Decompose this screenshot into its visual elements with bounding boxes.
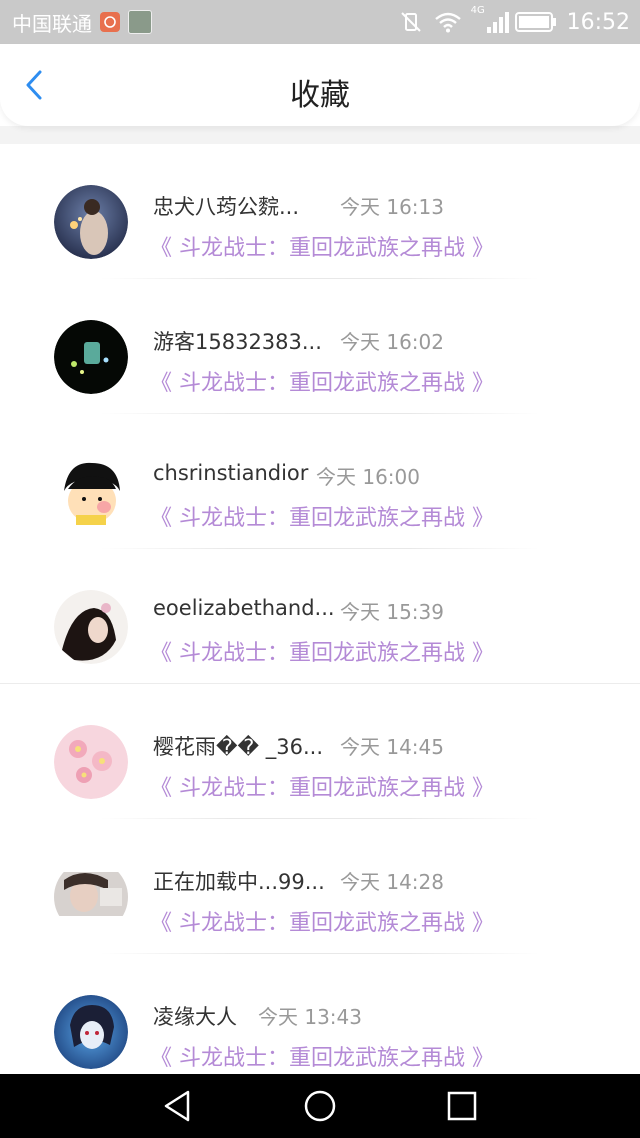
user-name: chsrinstiandior xyxy=(153,461,309,485)
avatar[interactable] xyxy=(54,320,128,394)
user-name: 樱花雨�� _36... xyxy=(153,735,323,759)
carrier-name: 中国联通 xyxy=(12,11,92,36)
status-indicators: 4G 16:52 xyxy=(389,5,630,35)
battery-icon xyxy=(514,12,556,32)
list-item[interactable]: 忠犬八荺公䴷... 今天 16:13 《 斗龙战士：重回龙武族之再战 》 xyxy=(0,144,640,279)
vibrate-off-icon xyxy=(400,12,421,32)
nav-recents-button[interactable] xyxy=(444,1088,480,1124)
cartoon-title-link[interactable]: 《 斗龙战士：重回龙武族之再战 》 xyxy=(150,770,494,802)
page-title: 收藏 xyxy=(290,78,350,113)
cartoon-title-link[interactable]: 《 斗龙战士：重回龙武族之再战 》 xyxy=(150,230,494,262)
favorite-time: 今天 14:28 xyxy=(340,870,444,894)
list-item[interactable]: 樱花雨�� _36... 今天 14:45 《 斗龙战士：重回龙武族之再战 》 xyxy=(0,684,640,819)
list-item[interactable]: 正在加载中...99... 今天 14:28 《 斗龙战士：重回龙武族之再战 》 xyxy=(0,819,640,954)
avatar[interactable] xyxy=(54,995,128,1069)
cartoon-title-link[interactable]: 《 斗龙战士：重回龙武族之再战 》 xyxy=(150,905,494,937)
list-item[interactable]: eoelizabethand... 今天 15:39 《 斗龙战士：重回龙武族之… xyxy=(0,549,640,684)
user-name: eoelizabethand... xyxy=(153,596,335,620)
nav-home-button[interactable] xyxy=(302,1088,338,1124)
favorite-time: 今天 14:45 xyxy=(340,735,444,759)
favorites-screen: 中国联通 4G 16:52 收藏 忠犬八荺公䴷... 今天 16:13 《 斗龙… xyxy=(0,0,640,1138)
wifi-icon xyxy=(434,12,461,33)
favorites-list: 忠犬八荺公䴷... 今天 16:13 《 斗龙战士：重回龙武族之再战 》 游客1… xyxy=(0,144,640,1089)
favorite-time: 今天 16:13 xyxy=(340,195,444,219)
favorite-time: 今天 15:39 xyxy=(340,600,444,624)
list-item[interactable]: chsrinstiandior 今天 16:00 《 斗龙战士：重回龙武族之再战… xyxy=(0,414,640,549)
favorite-time: 今天 16:00 xyxy=(316,465,420,489)
notification-app-icon xyxy=(100,12,120,32)
favorite-time: 今天 13:43 xyxy=(258,1005,362,1029)
avatar[interactable] xyxy=(54,725,128,799)
favorite-time: 今天 16:02 xyxy=(340,330,444,354)
avatar[interactable] xyxy=(54,185,128,259)
cartoon-title-link[interactable]: 《 斗龙战士：重回龙武族之再战 》 xyxy=(150,500,494,532)
list-item[interactable]: 凌缘大人 今天 13:43 《 斗龙战士：重回龙武族之再战 》 xyxy=(0,954,640,1089)
square-recents-icon xyxy=(447,1091,477,1121)
system-nav-bar xyxy=(0,1074,640,1138)
cartoon-title-link[interactable]: 《 斗龙战士：重回龙武族之再战 》 xyxy=(150,635,494,667)
user-name: 游客15832383... xyxy=(153,330,322,354)
status-clock: 16:52 xyxy=(566,9,630,35)
cartoon-title-link[interactable]: 《 斗龙战士：重回龙武族之再战 》 xyxy=(150,1040,494,1072)
user-name: 凌缘大人 xyxy=(153,1005,237,1029)
list-item[interactable]: 游客15832383... 今天 16:02 《 斗龙战士：重回龙武族之再战 》 xyxy=(0,279,640,414)
avatar[interactable] xyxy=(54,590,128,664)
nav-back-button[interactable] xyxy=(160,1088,196,1124)
circle-home-icon xyxy=(304,1090,336,1122)
user-name: 正在加载中...99... xyxy=(153,870,325,894)
avatar[interactable] xyxy=(54,860,128,934)
triangle-back-icon xyxy=(164,1090,190,1122)
header-separator xyxy=(0,126,640,144)
app-header: 收藏 xyxy=(0,44,640,126)
avatar[interactable] xyxy=(54,455,128,529)
notification-image-icon xyxy=(128,10,152,34)
user-name: 忠犬八荺公䴷... xyxy=(153,195,300,219)
status-bar: 中国联通 4G 16:52 xyxy=(0,0,640,44)
cartoon-title-link[interactable]: 《 斗龙战士：重回龙武族之再战 》 xyxy=(150,365,494,397)
signal-icon: 4G xyxy=(471,5,509,35)
